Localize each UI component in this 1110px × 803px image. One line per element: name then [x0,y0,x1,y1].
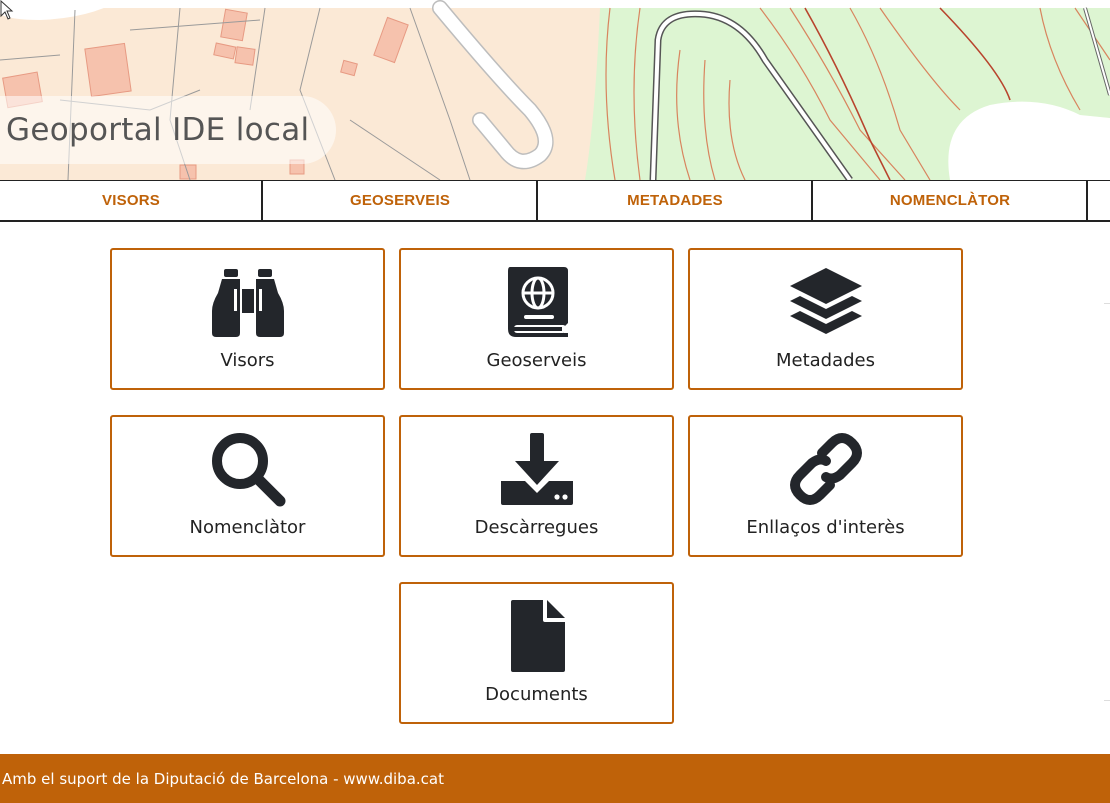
tile-label: Enllaços d'interès [746,517,905,538]
site-title[interactable]: Geoportal IDE local [0,96,336,164]
tile-visors[interactable]: Visors [110,248,385,390]
nav-item-geoserveis[interactable]: GEOSERVEIS [263,181,537,220]
header-map-banner: Geoportal IDE local [0,0,1110,180]
download-icon [500,433,573,505]
edge-tick [1104,700,1110,701]
footer-text[interactable]: Amb el suport de la Diputació de Barcelo… [2,770,444,788]
tile-geoserveis[interactable]: Geoserveis [399,248,674,390]
nav-item-metadades[interactable]: METADADES [538,181,812,220]
nav-item-nomenclator[interactable]: NOMENCLÀTOR [813,181,1087,220]
footer: Amb el suport de la Diputació de Barcelo… [0,754,1110,803]
tile-label: Descàrregues [474,517,599,538]
tile-nomenclator[interactable]: Nomenclàtor [110,415,385,557]
tile-descarregues[interactable]: Descàrregues [399,415,674,557]
link-icon [789,433,862,505]
mouse-cursor-icon [0,0,14,20]
globe-book-icon [507,267,568,337]
tile-metadades[interactable]: Metadades [688,248,963,390]
edge-tick [1104,303,1110,304]
tile-label: Geoserveis [486,350,587,371]
tile-label: Documents [485,684,588,705]
tile-enllacos[interactable]: Enllaços d'interès [688,415,963,557]
tile-documents[interactable]: Documents [399,582,674,724]
binoculars-icon [211,269,284,337]
nav-separator [1086,181,1088,220]
main-navbar: VISORS GEOSERVEIS METADADES NOMENCLÀTOR [0,180,1110,222]
search-icon [211,433,285,507]
tile-label: Metadades [775,350,876,371]
nav-item-visors[interactable]: VISORS [0,181,262,220]
document-icon [510,600,565,672]
tile-label: Visors [220,350,275,371]
tile-label: Nomenclàtor [189,517,306,538]
layers-icon [789,268,862,334]
